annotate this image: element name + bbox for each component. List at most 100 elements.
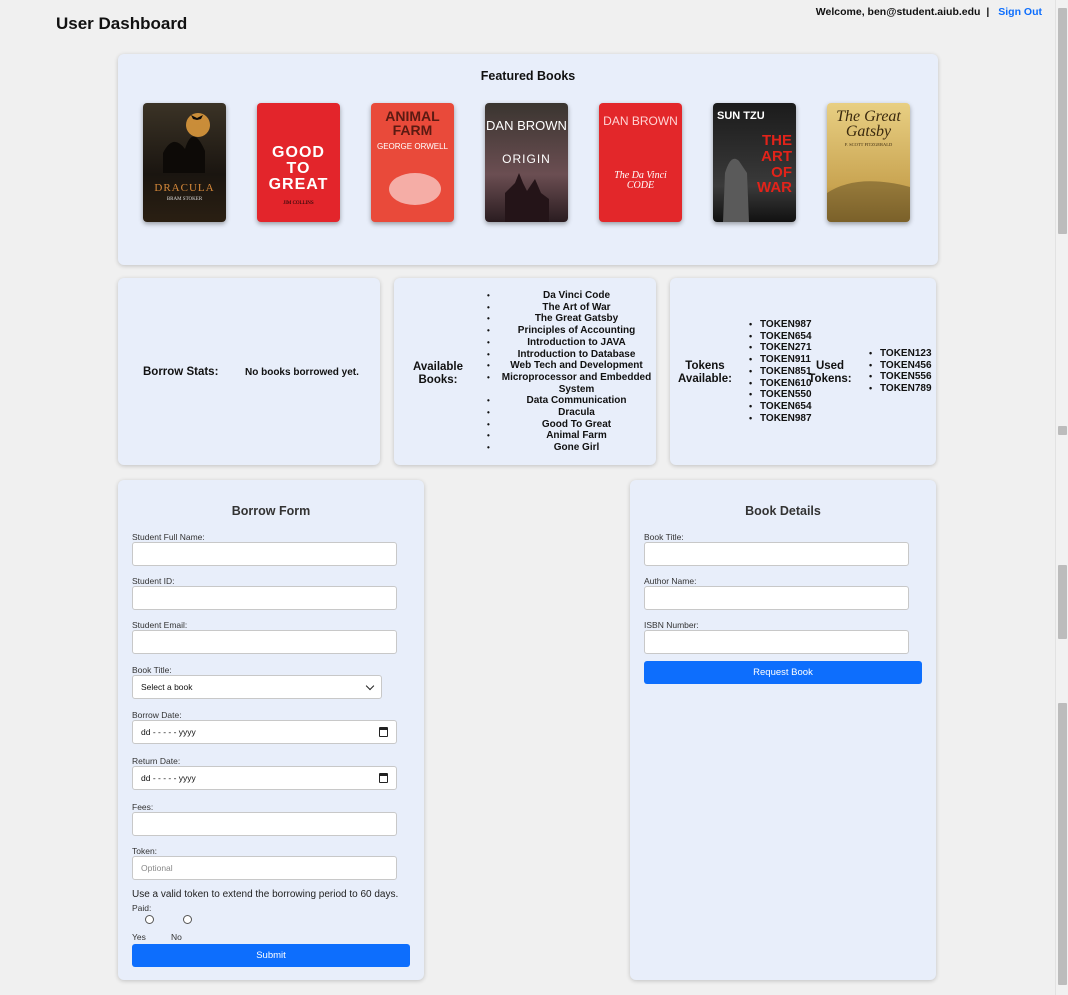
list-item: Dracula xyxy=(487,407,654,419)
author-name-input[interactable] xyxy=(644,586,909,610)
book-details-title: Book Details xyxy=(745,504,821,518)
available-books-card: Available Books: Da Vinci Code The Art o… xyxy=(394,278,656,465)
list-item: Web Tech and Development xyxy=(487,360,654,372)
scrollbar-thumb[interactable] xyxy=(1058,8,1067,234)
featured-title: Featured Books xyxy=(480,69,576,83)
book-title-label: Book Title: xyxy=(644,532,684,542)
book-details-form: Book Details Book Title: Author Name: IS… xyxy=(630,480,936,980)
borrow-form: Borrow Form Student Full Name: Student I… xyxy=(118,480,424,980)
cathedral-illustration xyxy=(505,173,549,222)
book-cover-origin[interactable]: DAN BROWN ORIGIN xyxy=(485,103,568,222)
paid-yes-label: Yes xyxy=(132,932,146,942)
token-placeholder: Optional xyxy=(141,863,173,873)
list-item: TOKEN987 xyxy=(749,319,811,331)
book-cover-title: DRACULA xyxy=(154,182,215,194)
paid-no-radio[interactable] xyxy=(183,915,192,924)
sign-out-link[interactable]: Sign Out xyxy=(998,6,1042,18)
student-name-input[interactable] xyxy=(132,542,397,566)
token-note: Use a valid token to extend the borrowin… xyxy=(132,889,399,900)
list-item: TOKEN789 xyxy=(869,383,931,395)
list-item: The Art of War xyxy=(487,302,654,314)
welcome-text: Welcome, ben@student.aiub.edu xyxy=(815,6,981,18)
book-cover-author: DAN BROWN xyxy=(603,114,678,128)
request-book-button[interactable]: Request Book xyxy=(644,661,922,684)
landscape-illustration xyxy=(827,181,910,222)
scrollbar-thumb[interactable] xyxy=(1058,703,1067,985)
book-title-select[interactable]: Select a book xyxy=(132,675,382,699)
list-item: TOKEN851 xyxy=(749,366,811,378)
book-cover-good-to-great[interactable]: GOOD TO GREAT JIM COLLINS xyxy=(257,103,340,222)
scrollbar-thumb[interactable] xyxy=(1058,565,1067,639)
bat-moon-illustration xyxy=(163,113,210,173)
chevron-down-icon xyxy=(365,681,375,691)
list-item: TOKEN911 xyxy=(749,354,812,366)
borrow-form-title: Borrow Form xyxy=(231,504,311,518)
list-item: TOKEN556 xyxy=(869,371,931,383)
student-id-input[interactable] xyxy=(132,586,397,610)
student-email-input[interactable] xyxy=(132,630,397,654)
separator: | xyxy=(986,6,990,18)
fees-label: Fees: xyxy=(132,802,154,812)
calendar-icon[interactable] xyxy=(379,773,388,783)
list-item: Introduction to Database xyxy=(487,349,654,361)
return-date-placeholder: dd - - - - - yyyy xyxy=(141,773,196,783)
list-item: Animal Farm xyxy=(487,430,654,442)
calendar-icon[interactable] xyxy=(379,727,388,737)
book-cover-dracula[interactable]: DRACULA BRAM STOKER xyxy=(143,103,226,222)
featured-books-card: Featured Books DRACULA BRAM STOKER GOOD … xyxy=(118,54,938,265)
borrow-date-input[interactable]: dd - - - - - yyyy xyxy=(132,720,397,744)
list-item: TOKEN123 xyxy=(869,348,931,360)
return-date-input[interactable]: dd - - - - - yyyy xyxy=(132,766,397,790)
student-email-label: Student Email: xyxy=(132,620,188,630)
list-item: Principles of Accounting xyxy=(487,325,654,337)
book-cover-animal-farm[interactable]: ANIMAL FARM GEORGE ORWELL xyxy=(371,103,454,222)
token-label: Token: xyxy=(132,846,158,856)
student-name-label: Student Full Name: xyxy=(132,532,205,542)
list-item: The Great Gatsby xyxy=(487,313,654,325)
scrollbar-thumb[interactable] xyxy=(1058,426,1067,435)
list-item: Introduction to JAVA xyxy=(487,337,654,349)
borrow-stats-card: Borrow Stats: No books borrowed yet. xyxy=(118,278,380,465)
borrow-stats-value: No books borrowed yet. xyxy=(245,367,359,378)
author-name-label: Author Name: xyxy=(644,576,697,586)
book-title-label: Book Title: xyxy=(132,665,172,675)
tokens-available-list: TOKEN987 TOKEN654 TOKEN271 TOKEN911 TOKE… xyxy=(749,319,812,424)
token-input[interactable]: Optional xyxy=(132,856,397,880)
list-item: Good To Great xyxy=(487,419,654,431)
student-id-label: Student ID: xyxy=(132,576,175,586)
page-scrollbar[interactable] xyxy=(1055,0,1068,995)
book-title-select-value: Select a book xyxy=(141,682,193,692)
submit-button[interactable]: Submit xyxy=(132,944,410,967)
available-books-label: Available Books: xyxy=(412,361,464,386)
fees-input[interactable] xyxy=(132,812,397,836)
list-item: Gone Girl xyxy=(487,442,654,454)
tokens-available-label: Tokens Available: xyxy=(678,360,732,385)
paid-no-label: No xyxy=(171,932,182,942)
return-date-label: Return Date: xyxy=(132,756,181,766)
list-item: Da Vinci Code xyxy=(487,290,654,302)
book-cover-author: BRAM STOKER xyxy=(166,197,203,202)
pig-illustration xyxy=(389,173,441,205)
paid-label: Paid: xyxy=(132,903,152,913)
borrow-date-label: Borrow Date: xyxy=(132,710,182,720)
book-cover-art-of-war[interactable]: SUN TZU THE ART OF WAR xyxy=(713,103,796,222)
book-cover-title: GOOD TO GREAT xyxy=(268,144,329,193)
list-item: TOKEN654 xyxy=(749,401,811,413)
borrow-stats-label: Borrow Stats: xyxy=(143,366,219,378)
used-tokens-label: Used Tokens: xyxy=(808,360,852,385)
tokens-card: Tokens Available: TOKEN987 TOKEN654 TOKE… xyxy=(670,278,936,465)
user-bar: Welcome, ben@student.aiub.edu | Sign Out xyxy=(816,6,1042,18)
book-cover-da-vinci-code[interactable]: DAN BROWN The Da Vinci CODE xyxy=(599,103,682,222)
book-cover-author: JIM COLLINS xyxy=(283,201,314,206)
featured-book-list: DRACULA BRAM STOKER GOOD TO GREAT JIM CO… xyxy=(143,103,910,222)
paid-yes-radio[interactable] xyxy=(145,915,154,924)
book-title-input[interactable] xyxy=(644,542,909,566)
list-item: Microprocessor and Embedded System xyxy=(487,372,654,395)
warrior-illustration xyxy=(723,158,749,222)
book-cover-great-gatsby[interactable]: The Great Gatsby F. SCOTT FITZGERALD xyxy=(827,103,910,222)
list-item: TOKEN654 xyxy=(749,331,811,343)
isbn-input[interactable] xyxy=(644,630,909,654)
book-cover-title: The Da Vinci CODE xyxy=(614,170,667,191)
list-item: TOKEN456 xyxy=(869,360,931,372)
list-item: TOKEN550 xyxy=(749,389,811,401)
